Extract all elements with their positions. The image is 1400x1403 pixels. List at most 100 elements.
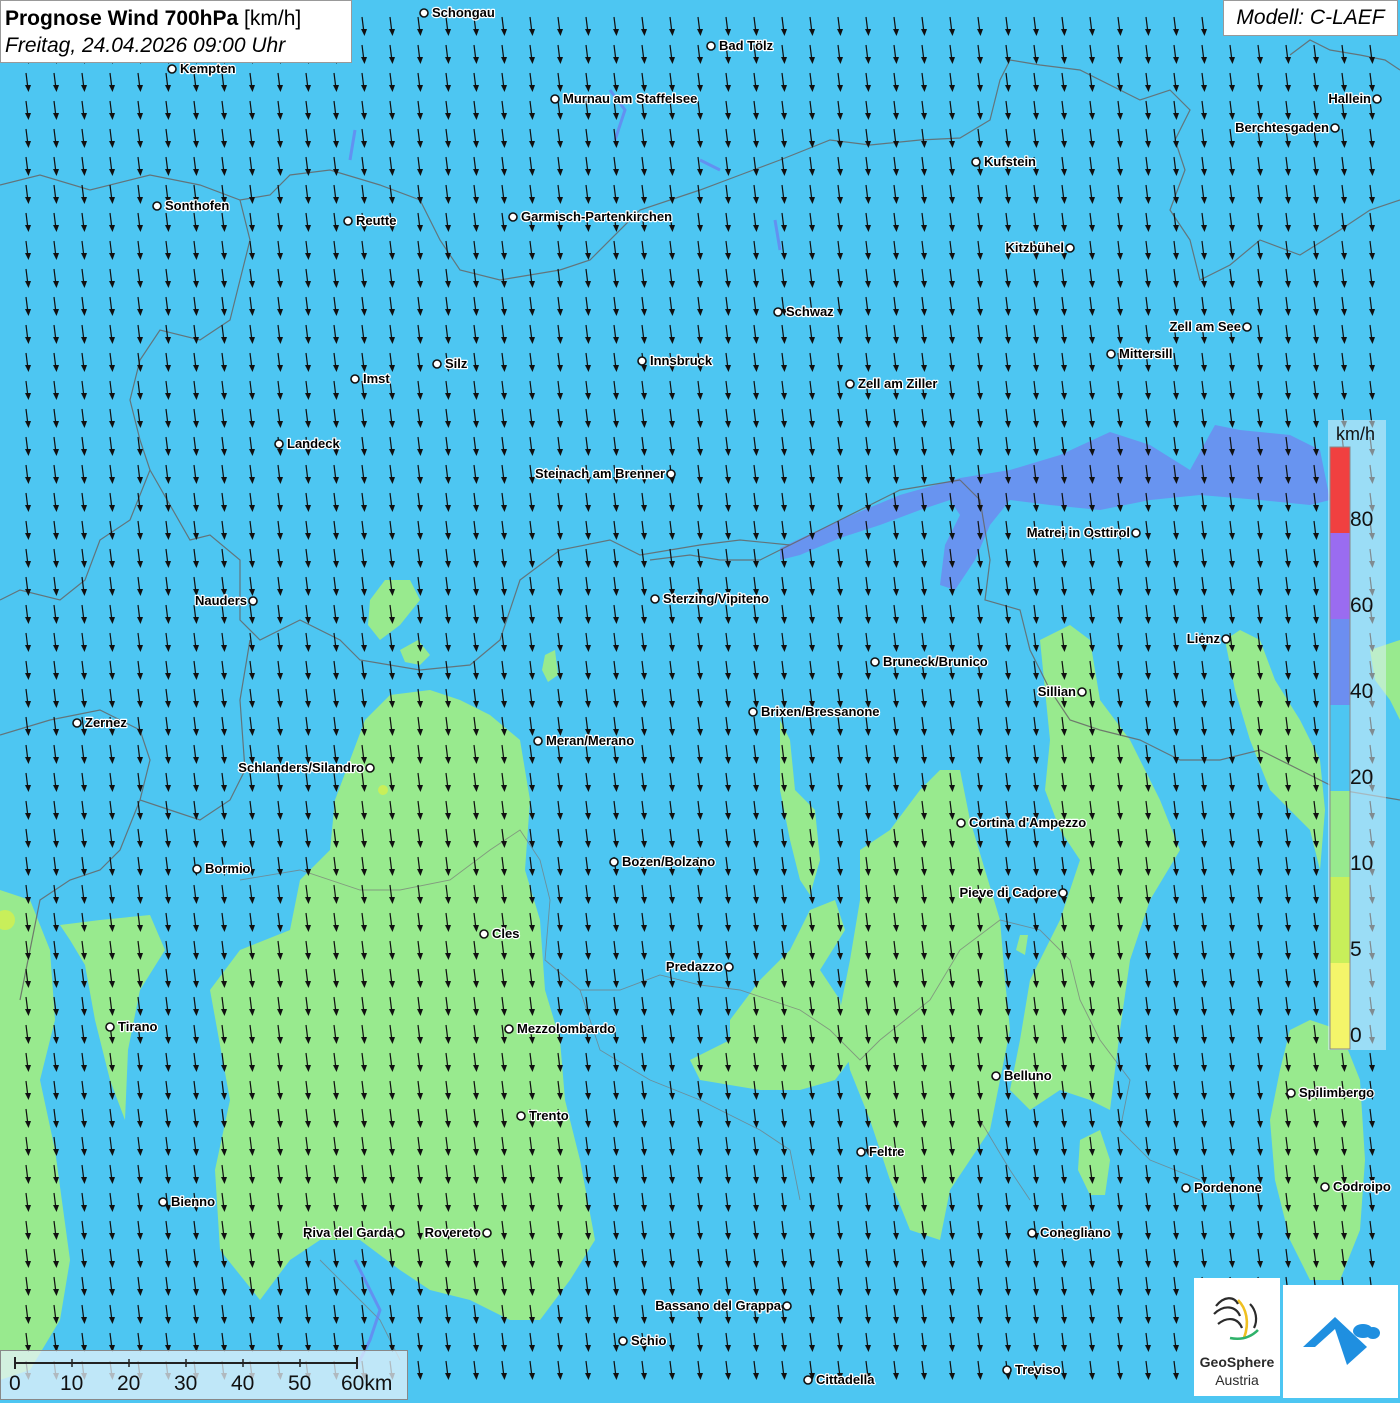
city-label: Schwaz <box>786 304 834 319</box>
city-marker: Meran/Merano <box>533 732 635 749</box>
city-label: Mittersill <box>1119 346 1172 361</box>
city-marker: Steinach am Brenner <box>534 465 676 482</box>
app-arrow-icon <box>1303 1317 1380 1365</box>
city-dot-icon <box>1002 1365 1012 1375</box>
city-marker: Matrei in Osttirol <box>1026 524 1141 541</box>
city-dot-icon <box>482 1228 492 1238</box>
city-label: Belluno <box>1004 1068 1052 1083</box>
city-dot-icon <box>1058 888 1068 898</box>
city-label: Brixen/Bressanone <box>761 704 880 719</box>
city-label: Sterzing/Vipiteno <box>663 591 769 606</box>
map-title: Prognose Wind 700hPa [km/h] <box>5 7 302 30</box>
geosphere-name: GeoSphere <box>1199 1354 1275 1370</box>
city-label: Bruneck/Brunico <box>883 654 988 669</box>
city-dot-icon <box>274 439 284 449</box>
city-dot-icon <box>971 157 981 167</box>
city-dot-icon <box>1221 634 1231 644</box>
city-dot-icon <box>158 1197 168 1207</box>
city-dot-icon <box>1372 94 1382 104</box>
city-dot-icon <box>1181 1183 1191 1193</box>
wind-map: Schongau Bad Tölz Kempten Murnau am Staffel… <box>0 0 1400 1400</box>
city-label: Schio <box>631 1333 666 1348</box>
city-dot-icon <box>508 212 518 222</box>
color-legend: km/h 80 60 40 20 10 5 0 <box>1328 420 1386 1050</box>
city-dot-icon <box>72 718 82 728</box>
city-label: Matrei in Osttirol <box>1027 525 1130 540</box>
city-label: Bassano del Grappa <box>655 1298 781 1313</box>
legend-swatch-5-10 <box>1330 877 1350 963</box>
legend-tick-5: 5 <box>1350 938 1362 961</box>
legend-tick-0: 0 <box>1350 1024 1362 1047</box>
city-label: Feltre <box>869 1144 904 1159</box>
city-dot-icon <box>152 201 162 211</box>
city-marker: Mezzolombardo <box>504 1020 616 1037</box>
city-label: Hallein <box>1328 91 1371 106</box>
city-dot-icon <box>1106 349 1116 359</box>
city-dot-icon <box>1131 528 1141 538</box>
legend-swatch-0-5 <box>1330 963 1350 1049</box>
city-dot-icon <box>609 857 619 867</box>
city-dot-icon <box>395 1228 405 1238</box>
legend-swatch-20-40 <box>1330 705 1350 791</box>
city-label: Kitzbühel <box>1006 240 1065 255</box>
city-label: Sillian <box>1038 684 1076 699</box>
city-marker: Cortina d'Ampezzo <box>956 814 1087 831</box>
city-marker: Garmisch-Partenkirchen <box>508 208 673 225</box>
city-dot-icon <box>637 356 647 366</box>
city-marker: Kitzbühel <box>1004 239 1075 256</box>
city-dot-icon <box>991 1071 1001 1081</box>
city-label: Bad Tölz <box>719 38 774 53</box>
city-label: Bormio <box>205 861 251 876</box>
city-dot-icon <box>724 962 734 972</box>
city-label: Tirano <box>118 1019 158 1034</box>
city-dot-icon <box>748 707 758 717</box>
city-label: Spilimbergo <box>1299 1085 1374 1100</box>
city-label: Conegliano <box>1040 1225 1111 1240</box>
legend-tick-40: 40 <box>1350 680 1374 703</box>
city-dot-icon <box>432 359 442 369</box>
city-label: Cittadella <box>816 1372 875 1387</box>
city-label: Imst <box>363 371 390 386</box>
city-dot-icon <box>248 596 258 606</box>
city-dot-icon <box>803 1375 813 1385</box>
city-dot-icon <box>419 8 429 18</box>
city-label: Mezzolombardo <box>517 1021 615 1036</box>
city-label: Landeck <box>287 436 341 451</box>
legend-swatch-80-plus <box>1330 447 1350 533</box>
legend-swatch-60-80 <box>1330 533 1350 619</box>
city-marker: Bruneck/Brunico <box>870 653 989 670</box>
city-marker: Conegliano <box>1027 1224 1112 1241</box>
city-label: Pieve di Cadore <box>959 885 1057 900</box>
city-label: Zell am Ziller <box>858 376 937 391</box>
scale-label-30: 30 <box>174 1372 198 1395</box>
city-label: Steinach am Brenner <box>535 466 665 481</box>
city-label: Kufstein <box>984 154 1036 169</box>
city-dot-icon <box>773 307 783 317</box>
city-label: Cles <box>492 926 519 941</box>
geosphere-logo: GeoSphere Austria <box>1194 1278 1280 1396</box>
city-dot-icon <box>782 1301 792 1311</box>
city-dot-icon <box>167 64 177 74</box>
legend-tick-80: 80 <box>1350 508 1374 531</box>
scale-label-50: 50 <box>288 1372 312 1395</box>
city-label: Meran/Merano <box>546 733 634 748</box>
city-label: Innsbruck <box>650 353 713 368</box>
geosphere-subname: Austria <box>1215 1372 1259 1388</box>
city-dot-icon <box>479 929 489 939</box>
city-marker: Brixen/Bressanone <box>748 703 881 720</box>
city-label: Cortina d'Ampezzo <box>969 815 1086 830</box>
city-label: Rovereto <box>425 1225 481 1240</box>
city-marker: Pieve di Cadore <box>958 884 1068 901</box>
city-label: Silz <box>445 356 468 371</box>
city-dot-icon <box>1330 123 1340 133</box>
city-marker: Zell am Ziller <box>845 375 939 392</box>
city-dot-icon <box>533 736 543 746</box>
city-dot-icon <box>550 94 560 104</box>
city-label: Bienno <box>171 1194 215 1209</box>
city-dot-icon <box>365 763 375 773</box>
city-dot-icon <box>650 594 660 604</box>
city-label: Treviso <box>1015 1362 1061 1377</box>
legend-tick-60: 60 <box>1350 594 1374 617</box>
city-label: Berchtesgaden <box>1235 120 1329 135</box>
city-label: Bozen/Bolzano <box>622 854 715 869</box>
